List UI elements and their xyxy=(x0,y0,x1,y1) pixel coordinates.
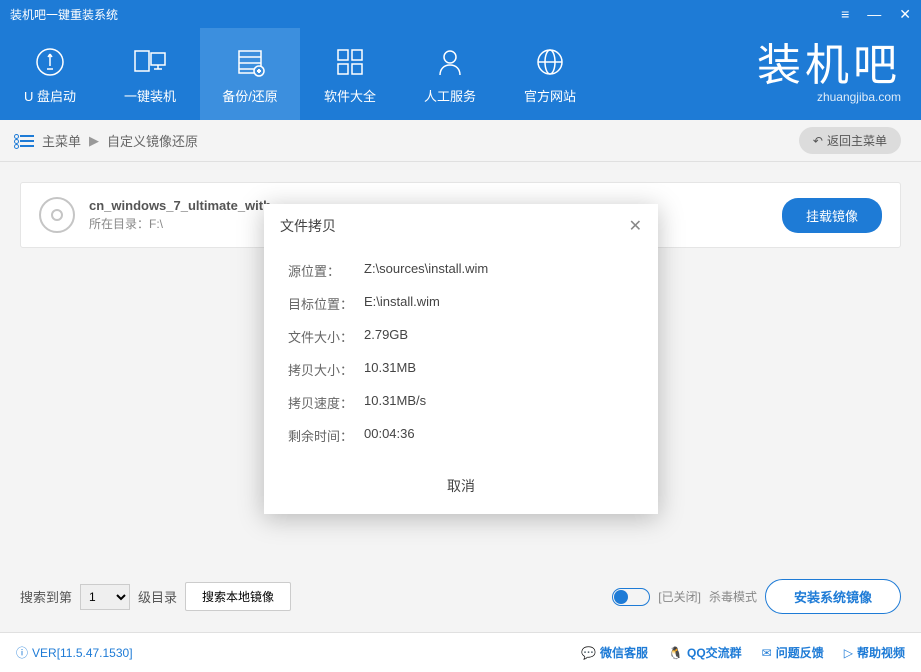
support-icon xyxy=(436,44,464,80)
nav-label: 备份/还原 xyxy=(222,86,278,105)
mount-image-button[interactable]: 挂载镜像 xyxy=(782,198,882,233)
chevron-right-icon: ▶ xyxy=(89,133,99,149)
nav-label: 人工服务 xyxy=(424,86,476,105)
computer-icon xyxy=(133,44,167,80)
dialog-footer: 取消 xyxy=(264,462,658,514)
app-title: 装机吧一键重装系统 xyxy=(10,6,118,23)
brand-logo: 装机吧 zhuangjiba.com xyxy=(757,28,921,120)
minimize-icon[interactable]: — xyxy=(867,6,881,23)
statusbar: ⓘ VER[11.5.47.1530] 💬微信客服 🐧QQ交流群 ✉问题反馈 ▷… xyxy=(0,632,921,672)
info-icon: ⓘ xyxy=(16,644,28,661)
feedback-link[interactable]: ✉问题反馈 xyxy=(762,644,824,661)
nav-website[interactable]: 官方网站 xyxy=(500,28,600,120)
nav-usb-boot[interactable]: U 盘启动 xyxy=(0,28,100,120)
nav-software[interactable]: 软件大全 xyxy=(300,28,400,120)
dialog-title: 文件拷贝 xyxy=(280,216,336,236)
list-icon xyxy=(20,135,34,147)
nav-label: 官方网站 xyxy=(524,86,576,105)
disc-icon xyxy=(39,197,75,233)
globe-icon xyxy=(535,44,565,80)
dialog-body: 源位置：Z:\sources\install.wim 目标位置：E:\insta… xyxy=(264,248,658,462)
nav-support[interactable]: 人工服务 xyxy=(400,28,500,120)
file-copy-dialog: 文件拷贝 ✕ 源位置：Z:\sources\install.wim 目标位置：E… xyxy=(264,204,658,514)
nav-label: U 盘启动 xyxy=(24,86,76,105)
titlebar: 装机吧一键重装系统 ≡ — ✕ xyxy=(0,0,921,28)
status-links: 💬微信客服 🐧QQ交流群 ✉问题反馈 ▷帮助视频 xyxy=(581,644,905,661)
source-row: 源位置：Z:\sources\install.wim xyxy=(288,254,634,287)
breadcrumb: 主菜单 ▶ 自定义镜像还原 ↶ 返回主菜单 xyxy=(0,120,921,162)
nav-label: 软件大全 xyxy=(324,86,376,105)
bottom-toolbar: 搜索到第 1 级目录 搜索本地镜像 [已关闭] 杀毒模式 安装系统镜像 xyxy=(20,579,901,614)
nav-backup-restore[interactable]: 备份/还原 xyxy=(200,28,300,120)
dialog-header: 文件拷贝 ✕ xyxy=(264,204,658,248)
usb-icon xyxy=(35,44,65,80)
speed-row: 拷贝速度：10.31MB/s xyxy=(288,386,634,419)
back-label: 返回主菜单 xyxy=(827,132,887,149)
breadcrumb-root[interactable]: 主菜单 xyxy=(42,131,81,150)
search-suffix-label: 级目录 xyxy=(138,587,177,606)
dialog-close-icon[interactable]: ✕ xyxy=(629,216,642,236)
apps-icon xyxy=(336,44,364,80)
backup-icon xyxy=(235,44,265,80)
antivirus-toggle[interactable] xyxy=(612,588,650,606)
version-info[interactable]: ⓘ VER[11.5.47.1530] xyxy=(16,644,133,661)
copied-row: 拷贝大小：10.31MB xyxy=(288,353,634,386)
search-prefix-label: 搜索到第 xyxy=(20,587,72,606)
nav-one-click[interactable]: 一键装机 xyxy=(100,28,200,120)
install-image-button[interactable]: 安装系统镜像 xyxy=(765,579,901,614)
toggle-status: [已关闭] xyxy=(658,588,701,605)
close-icon[interactable]: ✕ xyxy=(899,6,911,23)
back-button[interactable]: ↶ 返回主菜单 xyxy=(799,127,901,154)
logo-url: zhuangjiba.com xyxy=(817,90,901,104)
qq-group-link[interactable]: 🐧QQ交流群 xyxy=(668,644,742,661)
undo-icon: ↶ xyxy=(813,134,823,148)
filesize-row: 文件大小：2.79GB xyxy=(288,320,634,353)
level-select[interactable]: 1 xyxy=(80,584,130,610)
wechat-support-link[interactable]: 💬微信客服 xyxy=(581,644,648,661)
toggle-label: 杀毒模式 xyxy=(709,588,757,605)
help-video-link[interactable]: ▷帮助视频 xyxy=(844,644,905,661)
antivirus-toggle-group: [已关闭] 杀毒模式 xyxy=(612,588,757,606)
menu-icon[interactable]: ≡ xyxy=(841,6,849,23)
main-nav: U 盘启动 一键装机 备份/还原 软件大全 人工服务 官方网站 装机吧 zhua… xyxy=(0,28,921,120)
cancel-button[interactable]: 取消 xyxy=(447,476,475,496)
nav-label: 一键装机 xyxy=(124,86,176,105)
search-local-button[interactable]: 搜索本地镜像 xyxy=(185,582,291,611)
remaining-row: 剩余时间：00:04:36 xyxy=(288,419,634,452)
breadcrumb-current: 自定义镜像还原 xyxy=(107,131,198,150)
logo-text: 装机吧 xyxy=(757,44,901,88)
target-row: 目标位置：E:\install.wim xyxy=(288,287,634,320)
window-controls: ≡ — ✕ xyxy=(841,6,911,23)
